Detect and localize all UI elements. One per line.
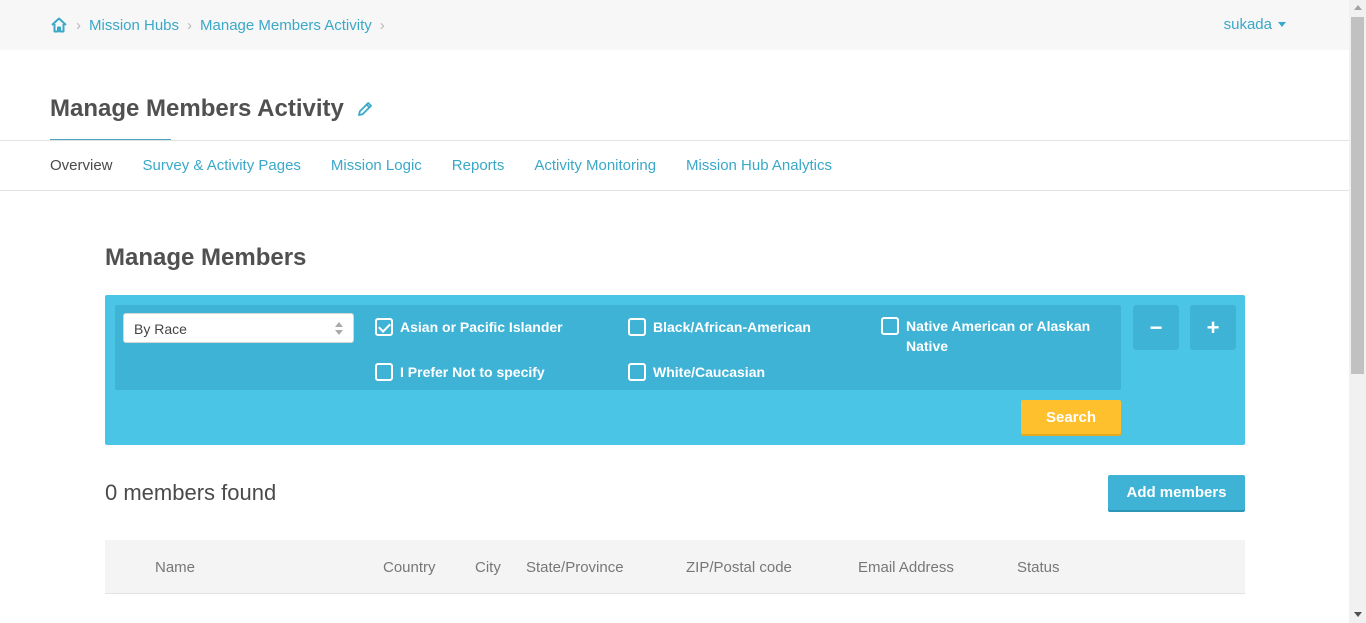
- filter-panel: By Race Asian or Pacific Islander Black/…: [105, 295, 1245, 445]
- option-label: Black/African-American: [653, 319, 811, 335]
- divider: [0, 140, 1349, 141]
- checkbox-checked-icon[interactable]: [375, 318, 393, 336]
- option-label: Native American or Alaskan Native: [906, 318, 1091, 354]
- tab-mission-hub-analytics[interactable]: Mission Hub Analytics: [686, 157, 832, 174]
- page-title: Manage Members Activity: [50, 95, 344, 122]
- option-label: White/Caucasian: [653, 364, 766, 380]
- user-menu[interactable]: sukada: [1224, 16, 1286, 33]
- table-header: Name Country City State/Province ZIP/Pos…: [105, 540, 1245, 594]
- chevron-right-icon: ›: [379, 16, 385, 34]
- column-header-country[interactable]: Country: [383, 559, 436, 576]
- breadcrumb: › Mission Hubs › Manage Members Activity…: [50, 16, 393, 34]
- top-bar: › Mission Hubs › Manage Members Activity…: [0, 0, 1349, 50]
- add-filter-button[interactable]: +: [1190, 305, 1236, 350]
- column-header-status[interactable]: Status: [1017, 559, 1060, 576]
- scrollbar-thumb[interactable]: [1351, 17, 1364, 374]
- home-icon[interactable]: [50, 16, 68, 34]
- column-header-state-province[interactable]: State/Province: [526, 559, 624, 576]
- option-prefer-not-to-specify[interactable]: I Prefer Not to specify: [375, 362, 620, 382]
- checkbox-icon[interactable]: [881, 317, 899, 335]
- tab-activity-monitoring[interactable]: Activity Monitoring: [534, 157, 656, 174]
- option-label: I Prefer Not to specify: [400, 364, 545, 380]
- caret-down-icon: [1278, 22, 1286, 27]
- pencil-icon[interactable]: [356, 100, 374, 118]
- option-white-caucasian[interactable]: White/Caucasian: [628, 362, 873, 382]
- section-title: Manage Members: [105, 244, 307, 271]
- scroll-up-icon[interactable]: [1354, 5, 1362, 10]
- tab-survey-activity-pages[interactable]: Survey & Activity Pages: [143, 157, 301, 174]
- column-header-city[interactable]: City: [475, 559, 501, 576]
- page-title-row: Manage Members Activity: [50, 95, 374, 123]
- option-black-african-american[interactable]: Black/African-American: [628, 317, 873, 337]
- divider: [0, 190, 1349, 191]
- vertical-scrollbar[interactable]: [1349, 0, 1366, 623]
- option-asian-pacific-islander[interactable]: Asian or Pacific Islander: [375, 317, 620, 337]
- add-members-button[interactable]: Add members: [1108, 475, 1245, 510]
- filter-criteria-row: By Race Asian or Pacific Islander Black/…: [115, 305, 1121, 390]
- search-button[interactable]: Search: [1021, 400, 1121, 434]
- tab-bar: Overview Survey & Activity Pages Mission…: [50, 157, 862, 174]
- option-native-american-alaskan-native[interactable]: Native American or Alaskan Native: [881, 316, 1106, 356]
- breadcrumb-mission-hubs[interactable]: Mission Hubs: [89, 17, 179, 34]
- chevron-right-icon: ›: [187, 16, 193, 34]
- checkbox-icon[interactable]: [628, 363, 646, 381]
- checkbox-icon[interactable]: [628, 318, 646, 336]
- tab-reports[interactable]: Reports: [452, 157, 505, 174]
- chevron-right-icon: ›: [76, 16, 81, 34]
- filter-type-value: By Race: [134, 321, 187, 337]
- checkbox-icon[interactable]: [375, 363, 393, 381]
- user-name: sukada: [1223, 16, 1272, 33]
- scroll-down-icon[interactable]: [1354, 612, 1362, 617]
- option-label: Asian or Pacific Islander: [400, 319, 563, 335]
- select-arrows-icon: [335, 322, 343, 336]
- breadcrumb-manage-members-activity[interactable]: Manage Members Activity: [200, 17, 372, 34]
- filter-type-select[interactable]: By Race: [123, 313, 354, 343]
- tab-overview[interactable]: Overview: [50, 157, 113, 174]
- column-header-name[interactable]: Name: [155, 559, 195, 576]
- tab-mission-logic[interactable]: Mission Logic: [331, 157, 422, 174]
- remove-filter-button[interactable]: −: [1133, 305, 1179, 350]
- members-found-count: 0 members found: [105, 480, 277, 505]
- column-header-zip-postal-code[interactable]: ZIP/Postal code: [686, 559, 792, 576]
- column-header-email-address[interactable]: Email Address: [858, 559, 954, 576]
